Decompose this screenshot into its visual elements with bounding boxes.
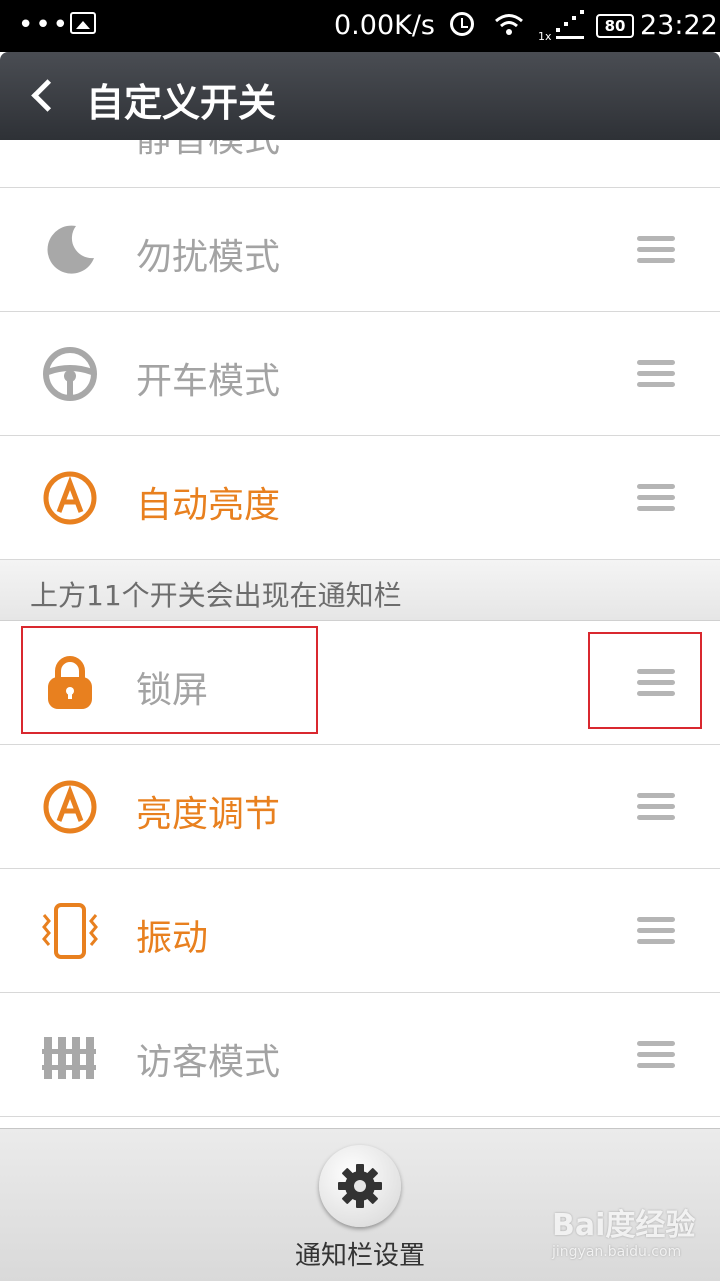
- battery-icon: 80: [596, 14, 634, 38]
- wifi-icon: [495, 14, 523, 35]
- list-item-label: 静音模式: [136, 140, 280, 162]
- title-bar: 自定义开关: [0, 52, 720, 140]
- vibrate-icon: [42, 903, 98, 959]
- page-title: 自定义开关: [86, 81, 277, 125]
- gear-icon: [338, 1164, 382, 1208]
- list-item[interactable]: 静音模式: [0, 140, 720, 188]
- fence-icon: [42, 1037, 96, 1079]
- list-item[interactable]: 开车模式: [0, 312, 720, 436]
- signal-icon: 1x: [538, 10, 584, 42]
- list-item-label: 开车模式: [136, 361, 281, 402]
- steering-wheel-icon: [43, 347, 97, 401]
- drag-handle-icon[interactable]: [637, 917, 675, 945]
- notification-settings-button[interactable]: [319, 1145, 401, 1227]
- list-item[interactable]: 勿扰模式: [0, 188, 720, 312]
- notification-dots: •••: [18, 10, 71, 40]
- drag-handle-icon[interactable]: [637, 793, 675, 821]
- highlight-box-label: [21, 626, 318, 734]
- drag-handle-icon[interactable]: [637, 236, 675, 264]
- moon-icon: [47, 225, 94, 274]
- list-item-label: 自动亮度: [136, 485, 281, 526]
- brightness-icon: [43, 780, 97, 834]
- image-icon: [70, 12, 96, 34]
- watermark-logo: Bai度经验: [552, 1208, 696, 1243]
- list-item[interactable]: 亮度调节: [0, 745, 720, 869]
- list-item[interactable]: 振动: [0, 869, 720, 993]
- drag-handle-icon[interactable]: [637, 1041, 675, 1069]
- auto-brightness-icon: [43, 471, 97, 525]
- watermark-url: jingyan.baidu.com: [552, 1244, 682, 1260]
- alarm-icon: [450, 12, 474, 36]
- status-bar: ••• 0.00K/s 1x 80 23:22: [0, 0, 720, 52]
- list-item-label: 勿扰模式: [136, 237, 281, 278]
- drag-handle-icon[interactable]: [637, 484, 675, 512]
- list-item[interactable]: 访客模式: [0, 993, 720, 1117]
- list-item-label: 访客模式: [136, 1042, 281, 1083]
- section-header: 上方11个开关会出现在通知栏: [0, 560, 720, 621]
- list-item-label: 振动: [136, 918, 209, 959]
- clock: 23:22: [640, 10, 718, 41]
- highlight-box-handle: [588, 632, 702, 729]
- back-button[interactable]: [20, 70, 68, 122]
- section-header-text: 上方11个开关会出现在通知栏: [30, 579, 402, 612]
- network-type: 1x: [538, 30, 552, 42]
- network-speed: 0.00K/s: [334, 10, 435, 41]
- drag-handle-icon[interactable]: [637, 360, 675, 388]
- watermark: Bai度经验 jingyan.baidu.com: [552, 1200, 695, 1260]
- list-item[interactable]: 自动亮度: [0, 436, 720, 560]
- list-item-label: 亮度调节: [136, 794, 281, 835]
